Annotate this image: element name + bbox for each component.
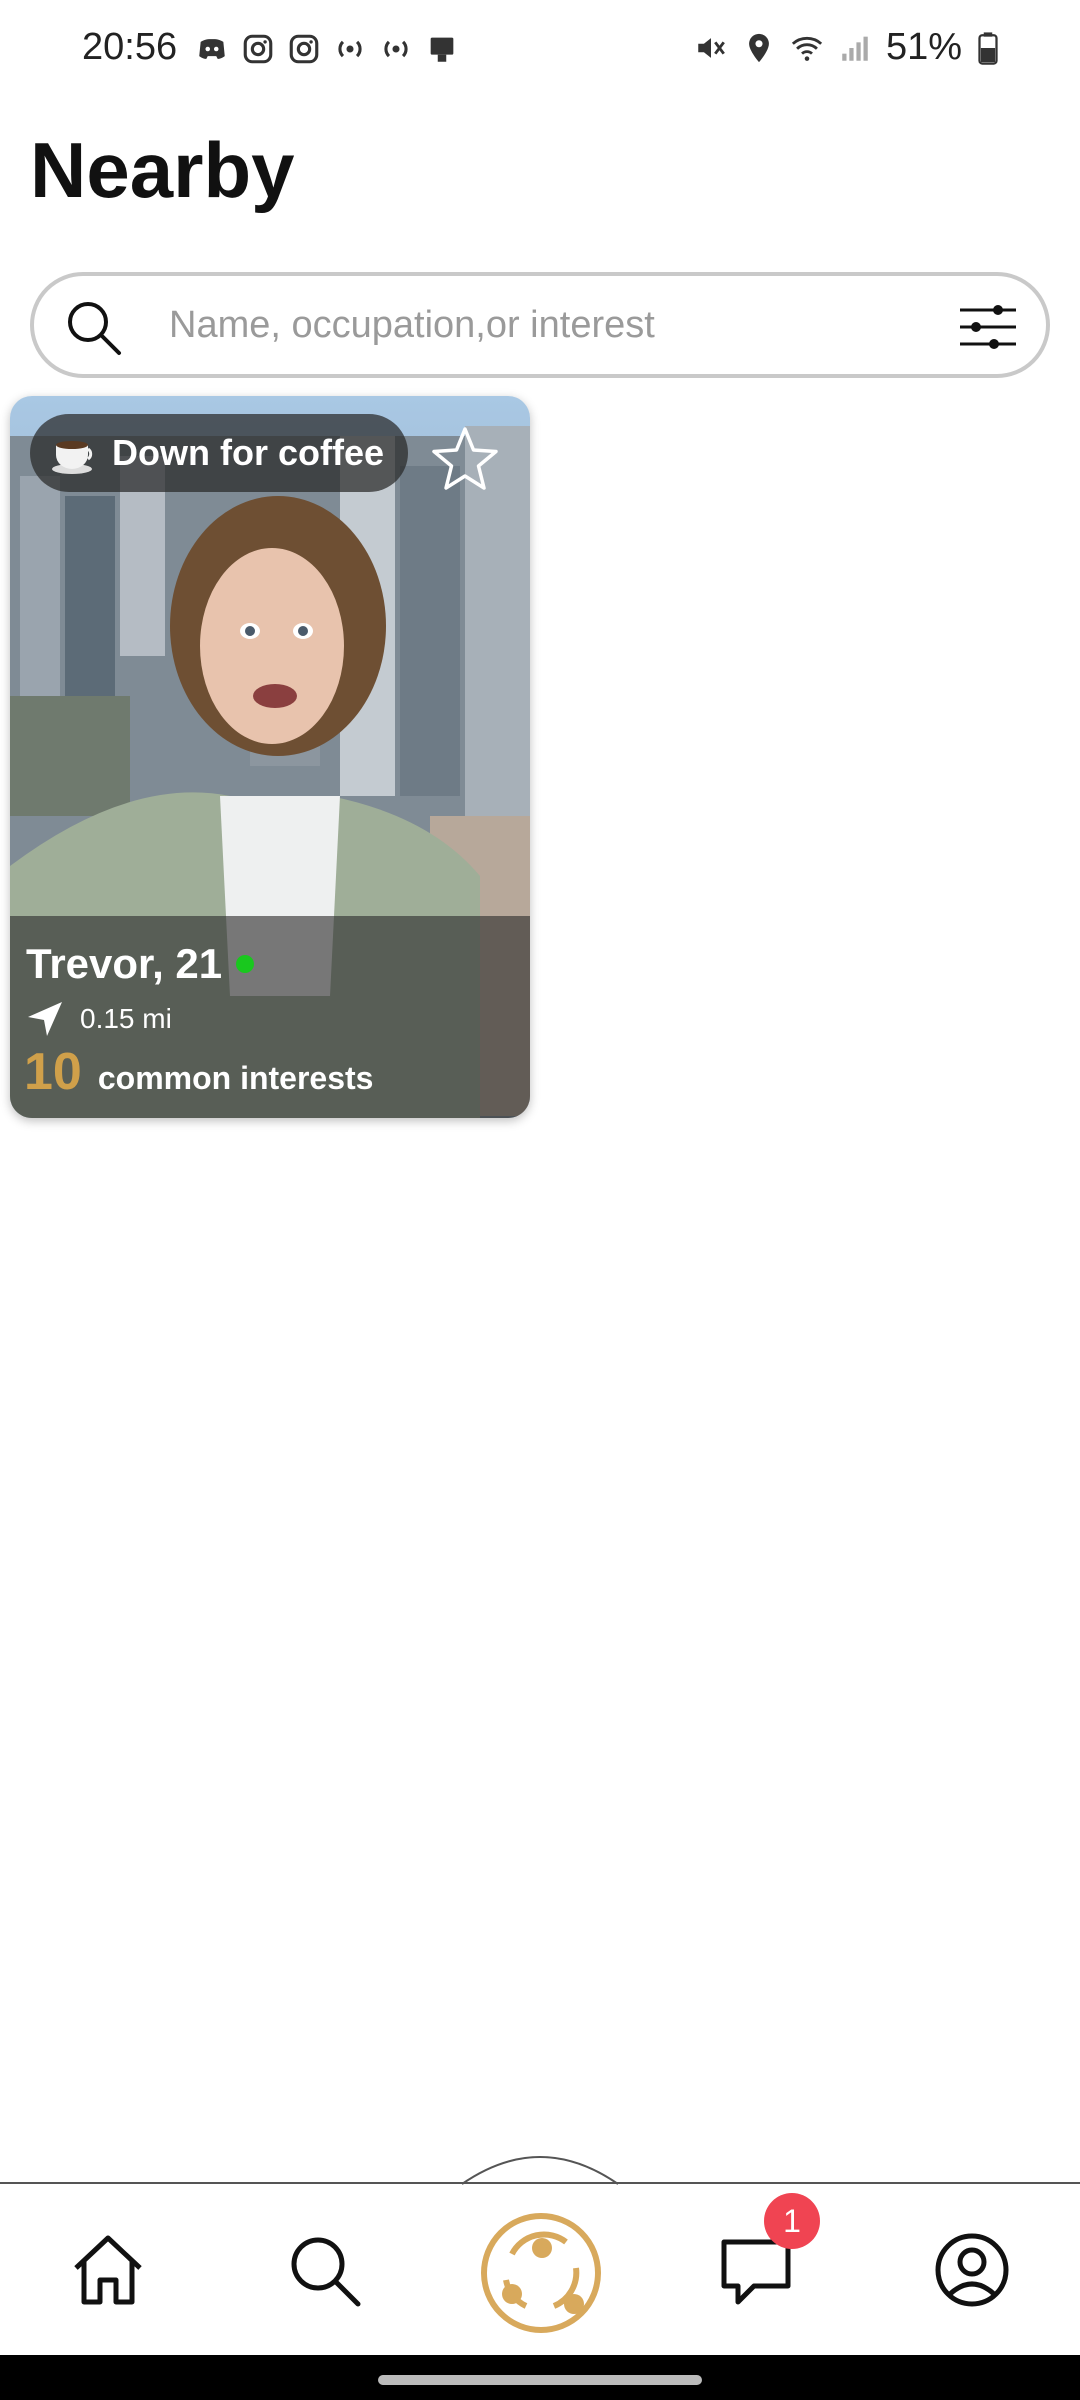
status-chip: Down for coffee bbox=[30, 414, 409, 492]
search-bar[interactable] bbox=[30, 272, 1050, 378]
battery-icon bbox=[976, 31, 1000, 65]
common-interests-label: common interests bbox=[97, 1060, 374, 1096]
nav-divider bbox=[0, 2182, 1080, 2184]
device-icon bbox=[425, 32, 459, 66]
battery-percent: 51% bbox=[885, 26, 962, 68]
common-interests-row: 10 common interests bbox=[24, 1042, 373, 1102]
wifi-icon bbox=[790, 31, 824, 65]
online-indicator bbox=[236, 955, 255, 973]
discord-icon bbox=[195, 32, 229, 66]
search-icon bbox=[62, 296, 126, 360]
name-row: Trevor, 21 bbox=[26, 940, 255, 988]
instagram-icon bbox=[241, 32, 275, 66]
distance-row: 0.15 mi bbox=[26, 1000, 172, 1038]
page-title: Nearby bbox=[30, 126, 295, 214]
system-gesture-area bbox=[0, 2355, 1080, 2400]
coffee-cup-icon bbox=[48, 427, 100, 479]
status-bar: 20:56 51% bbox=[0, 0, 1080, 100]
status-label: Down for coffee bbox=[112, 432, 385, 473]
profile-card[interactable]: Down for coffee Trevor, 21 0.15 mi 10 co… bbox=[10, 396, 530, 1118]
filter-sliders-icon[interactable] bbox=[958, 300, 1018, 354]
mute-icon bbox=[694, 31, 728, 65]
location-icon bbox=[742, 31, 776, 65]
home-gesture-handle[interactable] bbox=[378, 2375, 702, 2385]
connect-icon[interactable] bbox=[476, 2208, 606, 2338]
navigation-arrow-icon bbox=[26, 1000, 64, 1038]
instagram-icon bbox=[287, 32, 321, 66]
profile-icon[interactable] bbox=[932, 2230, 1012, 2310]
notification-icons bbox=[195, 32, 459, 66]
broadcast-icon bbox=[333, 32, 367, 66]
profile-name-age: Trevor, 21 bbox=[26, 940, 223, 987]
card-info-panel: Trevor, 21 0.15 mi 10 common interests bbox=[10, 916, 530, 1118]
search-icon[interactable] bbox=[284, 2230, 364, 2310]
signal-icon bbox=[838, 31, 872, 65]
system-status: 51% bbox=[694, 26, 1000, 69]
messages-badge: 1 bbox=[764, 2193, 820, 2249]
favorite-star-icon[interactable] bbox=[430, 424, 500, 494]
status-time: 20:56 bbox=[82, 26, 178, 68]
broadcast-icon bbox=[379, 32, 413, 66]
home-icon[interactable] bbox=[68, 2230, 148, 2310]
common-interests-count: 10 bbox=[24, 1043, 82, 1101]
search-input[interactable] bbox=[169, 294, 939, 356]
distance-text: 0.15 mi bbox=[80, 1003, 172, 1034]
